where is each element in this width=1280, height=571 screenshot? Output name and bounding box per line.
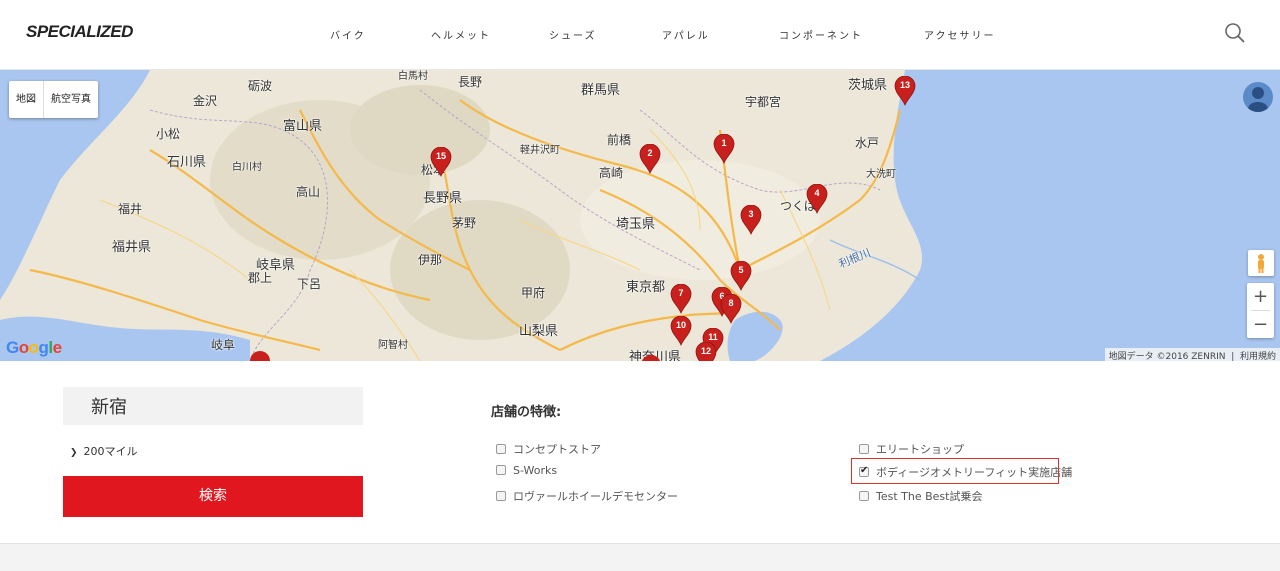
map-pin[interactable] — [249, 351, 271, 361]
zoom-in-button[interactable]: + — [1247, 283, 1274, 310]
map-label: 白川村 — [232, 162, 262, 173]
selection-highlight — [851, 458, 1059, 484]
checkbox-s-works[interactable] — [496, 465, 506, 475]
feature-option[interactable]: コンセプトストア — [496, 441, 601, 457]
map-pin[interactable]: 1 — [713, 134, 735, 164]
map-label: 高崎 — [599, 166, 624, 180]
zoom-control: + − — [1247, 283, 1274, 338]
zoom-out-button[interactable]: − — [1247, 311, 1274, 338]
map-pin-label: 4 — [814, 188, 820, 198]
map-label: 長野 — [458, 75, 483, 89]
map-pin[interactable]: 3 — [740, 205, 762, 235]
map-label: 下呂 — [297, 277, 322, 291]
map-label: 甲府 — [521, 286, 546, 300]
map-pin-label: 10 — [675, 320, 686, 330]
map-label: 前橋 — [607, 133, 632, 147]
store-map[interactable]: 地図 航空写真 金沢 砺波 白馬村 長野 群馬県 茨城県 小松 富山県 宇都宮 … — [0, 70, 1280, 361]
map-label: 福井県 — [112, 240, 152, 255]
map-label: 白馬村 — [398, 71, 428, 82]
feature-option[interactable]: S-Works — [496, 464, 557, 477]
map-label: 茨城県 — [848, 78, 888, 93]
user-avatar-icon[interactable] — [1243, 82, 1273, 112]
map-label: 金沢 — [193, 94, 218, 108]
map-pin-label: 13 — [899, 80, 910, 90]
map-label: 東京都 — [626, 280, 666, 295]
checkbox-concept-store[interactable] — [496, 444, 506, 454]
map-label: 山梨県 — [519, 324, 559, 339]
main-nav: バイク ヘルメット シューズ アパレル コンポーネント アクセサリー — [0, 27, 1280, 43]
map-pin[interactable]: 4 — [806, 184, 828, 214]
map-label: 砺波 — [248, 79, 273, 93]
checkbox-test-the-best[interactable] — [859, 491, 869, 501]
map-pin[interactable]: 12 — [695, 342, 717, 361]
store-search-form: ❯ 200マイル 検索 店舗の特徴: コンセプトストア S-Works ロヴァール… — [0, 361, 1280, 542]
map-label: 富山県 — [283, 119, 323, 134]
nav-shoes[interactable]: シューズ — [549, 27, 597, 42]
search-button[interactable]: 検索 — [63, 476, 363, 517]
site-header: SPECIALIZED バイク ヘルメット シューズ アパレル コンポーネント … — [0, 0, 1280, 70]
map-pin-label: 11 — [708, 332, 718, 342]
checkbox-elite-shop[interactable] — [859, 444, 869, 454]
attribution-text: 地図データ ©2016 ZENRIN — [1108, 352, 1226, 361]
map-attribution: 地図データ ©2016 ZENRIN | 利用規約 — [1104, 348, 1280, 361]
map-label: 軽井沢町 — [520, 145, 560, 156]
map-label: 群馬県 — [581, 83, 621, 98]
map-type-control: 地図 航空写真 — [9, 81, 98, 118]
map-pin[interactable]: 2 — [639, 144, 661, 174]
terms-link[interactable]: 利用規約 — [1240, 352, 1276, 361]
map-label: 福井 — [118, 202, 143, 216]
distance-value: 200マイル — [83, 445, 138, 458]
map-pin-label: 1 — [721, 138, 727, 148]
map-pin-label: 12 — [700, 346, 711, 356]
nav-accessories[interactable]: アクセサリー — [924, 27, 996, 42]
distance-select[interactable]: ❯ 200マイル — [70, 443, 138, 459]
nav-apparel[interactable]: アパレル — [662, 27, 710, 42]
map-label: 岐阜 — [211, 338, 236, 352]
map-label: 長野県 — [423, 191, 463, 206]
map-pin-label: 2 — [647, 148, 653, 158]
map-pin[interactable]: 10 — [670, 316, 692, 346]
nav-helmets[interactable]: ヘルメット — [431, 27, 491, 42]
map-pin-label: 8 — [728, 298, 734, 308]
map-pin-label: 5 — [738, 265, 744, 275]
map-label: 水戸 — [855, 136, 880, 150]
chevron-down-icon: ❯ — [70, 448, 78, 458]
checkbox-roval-demo[interactable] — [496, 491, 506, 501]
feature-option[interactable]: ロヴァールホイールデモセンター — [496, 488, 678, 504]
map-type-satellite[interactable]: 航空写真 — [44, 81, 98, 118]
map-pin-label: 7 — [678, 288, 684, 298]
map-label: 伊那 — [418, 253, 443, 267]
map-pin[interactable]: 13 — [894, 76, 916, 106]
map-label: 郡上 — [248, 271, 273, 285]
features-title: 店舗の特徴: — [491, 405, 562, 420]
footer-band — [0, 543, 1280, 571]
feature-option[interactable]: Test The Best試乗会 — [859, 488, 982, 504]
map-pin-label: 3 — [748, 209, 754, 219]
map-label: 石川県 — [167, 155, 207, 170]
map-pin[interactable]: 5 — [730, 261, 752, 291]
map-label: 高山 — [296, 185, 321, 199]
map-label: 埼玉県 — [616, 217, 656, 232]
map-type-map[interactable]: 地図 — [9, 81, 43, 118]
map-pin-label: 15 — [435, 151, 446, 161]
map-pin[interactable]: 7 — [670, 284, 692, 314]
map-label: 阿智村 — [378, 340, 408, 351]
map-pin[interactable]: 8 — [720, 294, 742, 324]
map-label: 茅野 — [452, 216, 477, 230]
location-input[interactable] — [63, 387, 363, 425]
google-logo: Google — [6, 338, 62, 357]
map-label: 小松 — [156, 127, 181, 141]
map-label: 宇都宮 — [745, 95, 782, 109]
nav-bikes[interactable]: バイク — [330, 27, 366, 42]
feature-option[interactable]: エリートショップ — [859, 441, 964, 457]
map-label: 大洗町 — [866, 169, 896, 180]
pegman-icon[interactable] — [1248, 250, 1274, 276]
map-pin[interactable]: 15 — [430, 147, 452, 177]
nav-components[interactable]: コンポーネント — [779, 27, 863, 42]
search-icon[interactable] — [1224, 22, 1246, 44]
